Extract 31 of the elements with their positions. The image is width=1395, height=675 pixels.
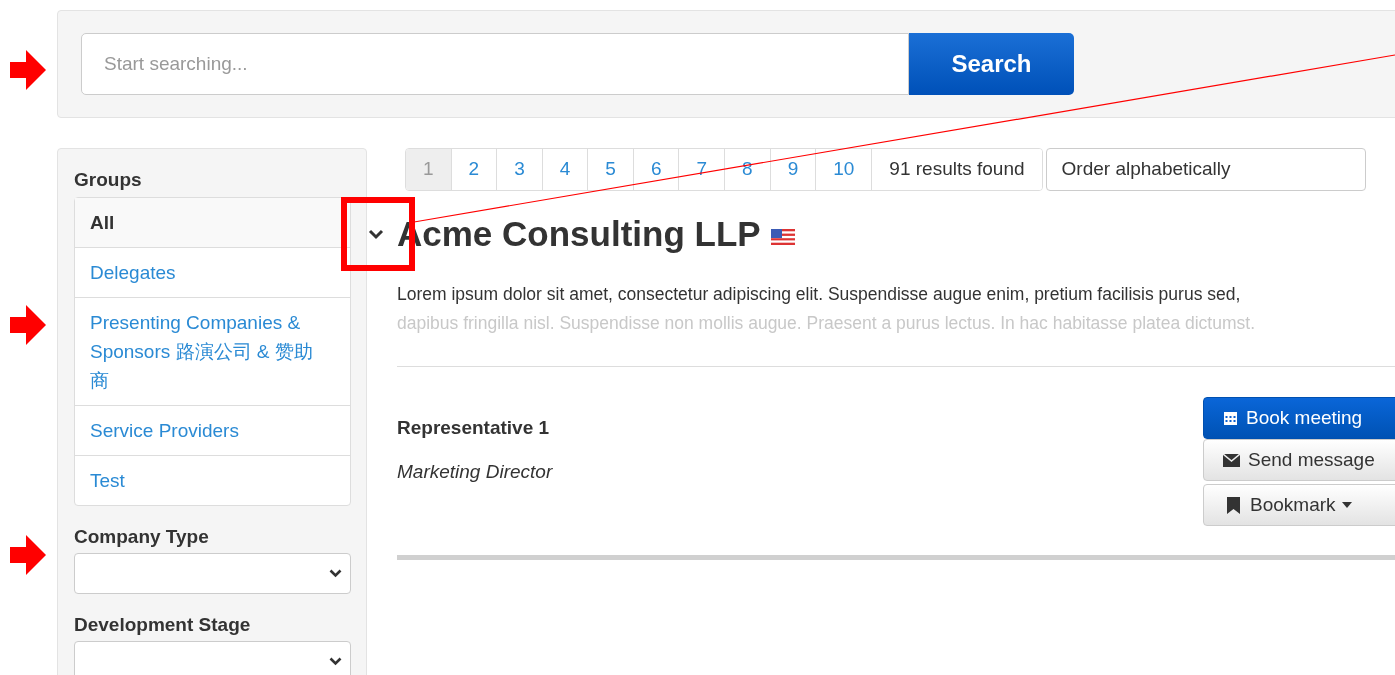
calendar-icon [1223, 410, 1238, 426]
representative-title: Marketing Director [397, 460, 553, 484]
order-select[interactable]: Order alphabetically [1045, 148, 1366, 191]
filter-label: Development Stage [74, 613, 252, 637]
action-button[interactable]: Book meeting [1203, 397, 1395, 439]
annotation-arrow [10, 535, 46, 575]
filter-select[interactable] [74, 553, 351, 594]
group-item[interactable]: All [75, 198, 350, 247]
group-item[interactable]: Test [75, 455, 350, 505]
action-button[interactable]: Send message [1203, 439, 1395, 481]
chevron-down-icon [329, 657, 342, 666]
annotation-arrow [10, 50, 46, 90]
group-item[interactable]: Presenting Companies & Sponsors 路演公司 & 赞助商 [75, 297, 350, 405]
page-link[interactable]: 1 [406, 149, 451, 190]
group-item[interactable]: Delegates [75, 247, 350, 297]
filter-select[interactable] [74, 641, 351, 675]
representative-name: Representative 1 [397, 416, 550, 440]
search-button[interactable]: Search [909, 33, 1074, 95]
chevron-down-icon [329, 569, 342, 578]
caret-icon[interactable] [368, 228, 384, 240]
annotation-arrow [10, 305, 46, 345]
flag-icon [770, 229, 795, 245]
action-button[interactable]: Bookmark [1203, 484, 1395, 526]
search-field[interactable]: Start searching... [81, 33, 909, 95]
envelope-icon [1223, 453, 1240, 467]
results-count: 91 results found [871, 149, 1042, 190]
group-item[interactable]: Service Providers [75, 405, 350, 455]
filter-label: Company Type [74, 525, 210, 549]
groups-heading: Groups [74, 168, 143, 192]
bookmark-icon [1227, 496, 1240, 514]
description-line: Lorem ipsum dolor sit amet, consectetur adipiscing elit. Suspendisse augue enim, pretium facilisis purus sed, [397, 283, 1242, 306]
